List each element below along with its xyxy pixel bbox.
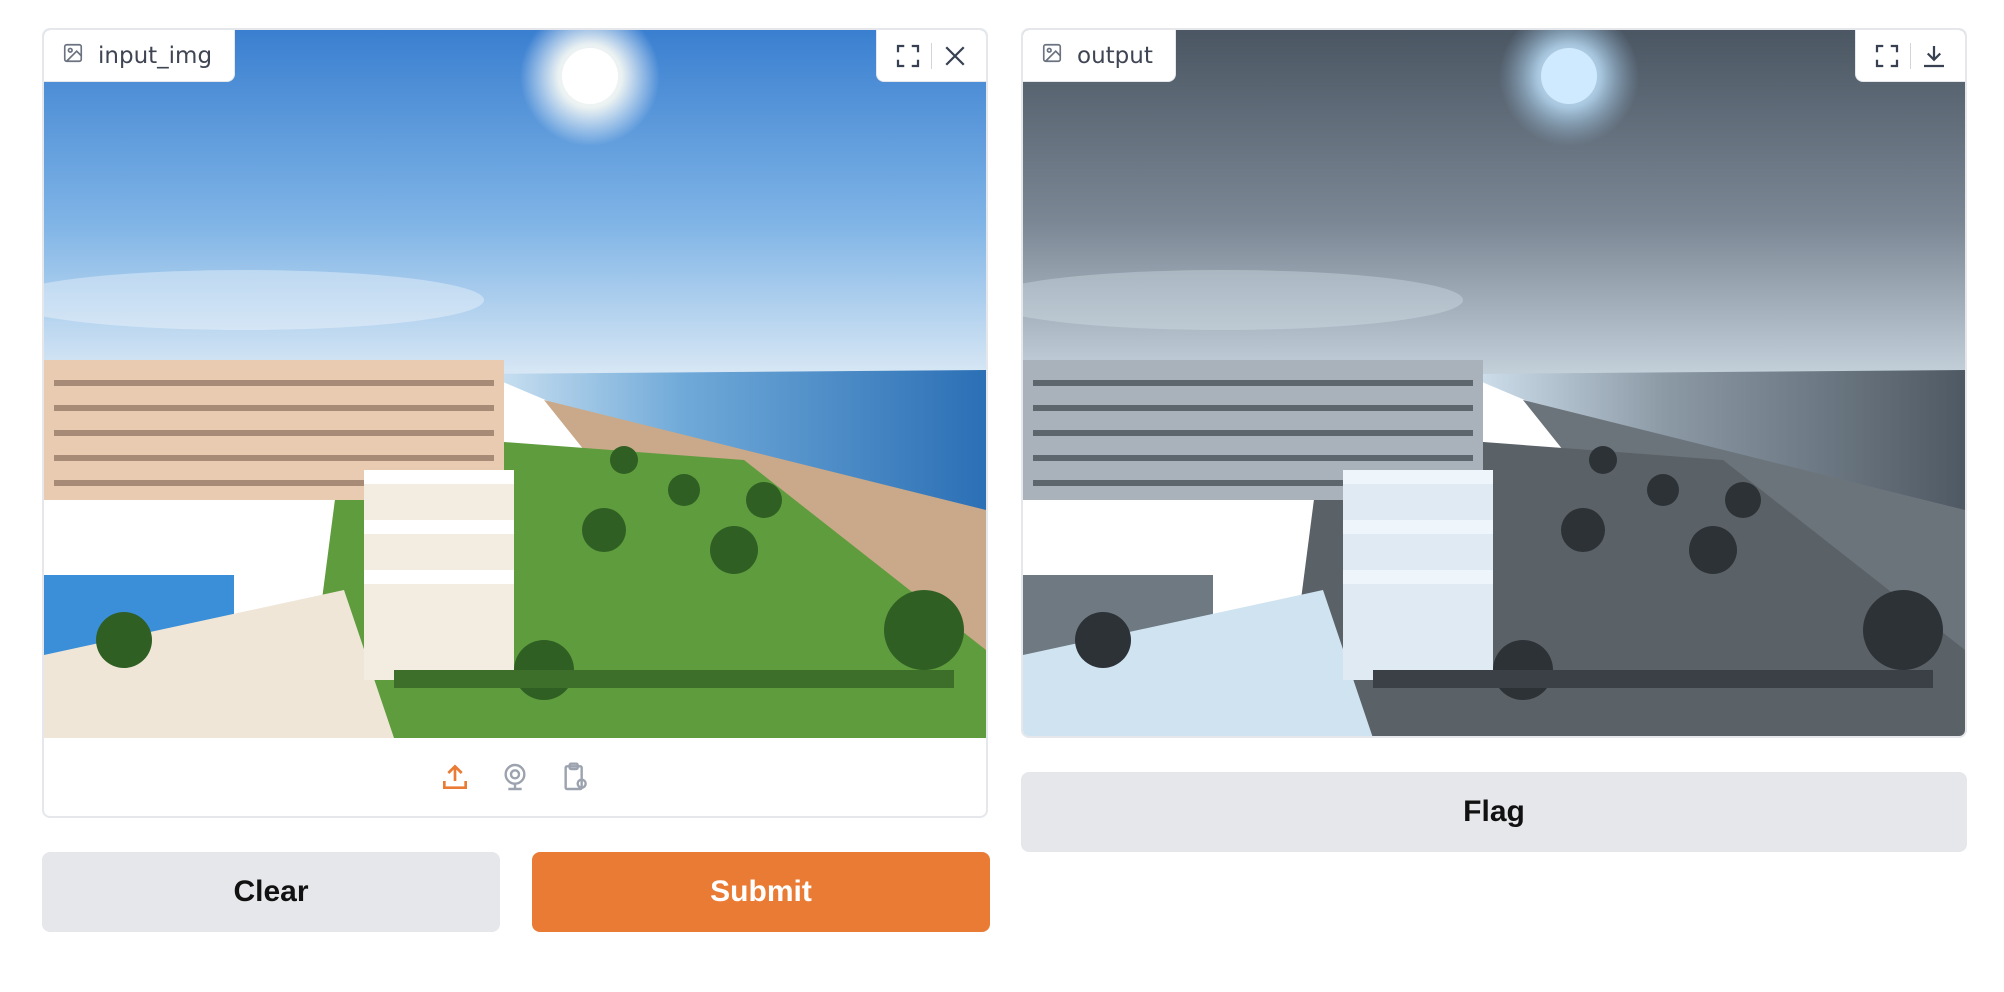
- upload-icon[interactable]: [437, 759, 473, 795]
- download-icon[interactable]: [1911, 33, 1957, 79]
- input-image: [44, 30, 986, 738]
- submit-button[interactable]: Submit: [532, 852, 990, 932]
- clipboard-icon[interactable]: [557, 759, 593, 795]
- close-icon[interactable]: [932, 33, 978, 79]
- input-label-tag: input_img: [44, 30, 236, 82]
- output-image: [1023, 30, 1965, 736]
- input-toolbar: [876, 30, 986, 82]
- input-label-text: input_img: [98, 42, 213, 69]
- clear-button[interactable]: Clear: [42, 852, 500, 932]
- output-label-tag: output: [1023, 30, 1176, 82]
- image-icon: [62, 42, 84, 70]
- flag-button[interactable]: Flag: [1021, 772, 1967, 852]
- output-toolbar: [1855, 30, 1965, 82]
- input-image-panel[interactable]: input_img: [42, 28, 988, 818]
- fullscreen-icon[interactable]: [885, 33, 931, 79]
- output-image-panel: output: [1021, 28, 1967, 738]
- image-icon: [1041, 42, 1063, 70]
- output-label-text: output: [1077, 42, 1153, 69]
- source-selector: [44, 738, 986, 816]
- webcam-icon[interactable]: [497, 759, 533, 795]
- fullscreen-icon[interactable]: [1864, 33, 1910, 79]
